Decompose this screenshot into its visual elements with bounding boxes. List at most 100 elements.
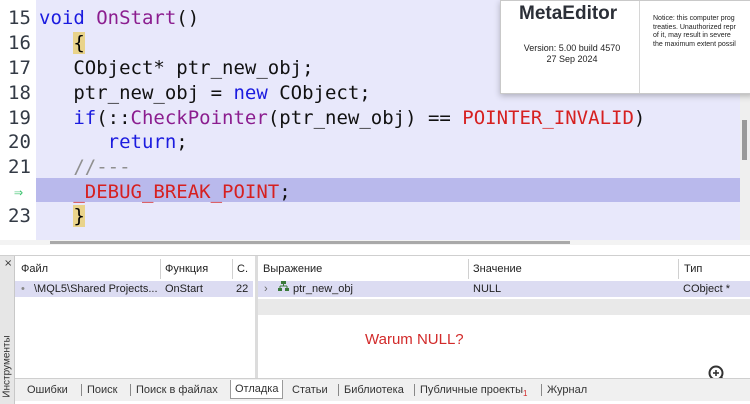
tab-label: Поиск bbox=[87, 384, 118, 396]
code-token: new bbox=[233, 82, 268, 104]
code-line[interactable]: ⇒ _DEBUG_BREAK_POINT; bbox=[0, 180, 750, 205]
annotation-text: Warum NULL? bbox=[365, 331, 464, 348]
code-token: OnStart bbox=[96, 7, 177, 29]
horizontal-scrollbar-thumb[interactable] bbox=[50, 241, 570, 244]
line-number: 16 bbox=[8, 32, 31, 54]
code-text: //--- bbox=[39, 155, 131, 180]
column-header-line[interactable]: С. bbox=[237, 260, 248, 278]
line-number: 17 bbox=[8, 57, 31, 79]
about-dialog: MetaEditor Version: 5.00 build 4570 27 S… bbox=[500, 0, 750, 94]
toolbox-side-strip: × Инструменты bbox=[0, 256, 15, 404]
tab-label: Библиотека bbox=[344, 384, 404, 396]
call-stack-grid: Файл Функция С. • \MQL5\Shared Projects.… bbox=[15, 256, 255, 376]
column-header-value[interactable]: Значение bbox=[473, 260, 522, 278]
code-token: ; bbox=[176, 131, 188, 153]
column-header-function[interactable]: Функция bbox=[165, 260, 208, 278]
code-token: ; bbox=[279, 181, 291, 203]
build-date: 27 Sep 2024 bbox=[546, 54, 598, 64]
code-token: ) bbox=[633, 107, 646, 129]
column-divider bbox=[160, 259, 161, 279]
scrollbar-thumb[interactable] bbox=[742, 120, 747, 160]
watch-value-cell: NULL bbox=[473, 283, 502, 295]
watch-expression-cell: ptr_new_obj bbox=[293, 283, 353, 295]
legal-notice: Notice: this computer prog treaties. Una… bbox=[653, 15, 736, 48]
column-header-file[interactable]: Файл bbox=[21, 260, 48, 278]
about-title: MetaEditor bbox=[519, 3, 618, 24]
tab-7[interactable]: Журнал bbox=[547, 382, 587, 398]
tab-label: Журнал bbox=[547, 384, 588, 396]
tab-label: Статьи bbox=[292, 384, 328, 396]
tab-1[interactable]: Поиск bbox=[87, 382, 117, 398]
stack-function-cell: OnStart bbox=[165, 283, 203, 295]
column-divider bbox=[232, 259, 233, 279]
code-token: (ptr_new_obj) == bbox=[267, 107, 463, 129]
line-number: 20 bbox=[8, 131, 31, 153]
code-token: _DEBUG_BREAK_POINT bbox=[73, 181, 280, 203]
tab-3[interactable]: Отладка bbox=[230, 380, 284, 399]
close-icon[interactable]: × bbox=[4, 258, 12, 269]
column-header-type[interactable]: Тип bbox=[684, 260, 702, 278]
tab-divider bbox=[81, 384, 82, 396]
code-text: _DEBUG_BREAK_POINT; bbox=[39, 180, 291, 205]
code-token: CObject* ptr_new_obj; bbox=[39, 57, 314, 79]
watch-grid: Выражение Значение Тип › ptr_new_obj NUL… bbox=[258, 256, 750, 376]
tab-badge: 1 bbox=[522, 389, 528, 398]
code-line[interactable]: 20 return; bbox=[0, 130, 750, 155]
code-token: //--- bbox=[39, 156, 131, 178]
object-tree-icon bbox=[278, 281, 289, 297]
code-token: return bbox=[107, 131, 177, 153]
stack-line-cell: 22 bbox=[236, 283, 249, 295]
code-text: void OnStart() bbox=[39, 6, 199, 31]
tab-divider bbox=[414, 384, 415, 396]
about-version-info: Version: 5.00 build 4570 27 Sep 2024 bbox=[511, 43, 633, 65]
tab-label: Ошибки bbox=[27, 384, 68, 396]
code-token: } bbox=[73, 205, 85, 227]
tab-0[interactable]: Ошибки bbox=[27, 382, 68, 398]
tab-4[interactable]: Статьи bbox=[292, 382, 328, 398]
code-text: CObject* ptr_new_obj; bbox=[39, 56, 314, 81]
code-token: ptr_new_obj = bbox=[39, 82, 234, 104]
toolbox-tabs: Ошибки Поиск Поиск в файлах Отладка Статьи Би… bbox=[15, 378, 750, 401]
toolbox-panel: × Инструменты Файл Функция С. • \MQL5\Sh… bbox=[0, 255, 750, 404]
code-text: ptr_new_obj = new CObject; bbox=[39, 81, 371, 106]
code-token: { bbox=[73, 32, 85, 54]
code-text: { bbox=[39, 31, 85, 56]
watch-type-cell: CObject * bbox=[683, 283, 731, 295]
code-line[interactable]: 19 if(::CheckPointer(ptr_new_obj) == POI… bbox=[0, 106, 750, 131]
code-text: return; bbox=[39, 130, 188, 155]
tab-2[interactable]: Поиск в файлах bbox=[136, 382, 218, 398]
tab-5[interactable]: Библиотека bbox=[344, 382, 404, 398]
expand-chevron-icon[interactable]: › bbox=[264, 281, 268, 297]
line-number: 19 bbox=[8, 107, 31, 129]
line-number: 15 bbox=[8, 7, 31, 29]
column-divider bbox=[468, 259, 469, 279]
tab-6[interactable]: Публичные проекты1 bbox=[420, 382, 527, 398]
breakpoint-arrow-icon: ⇒ bbox=[14, 183, 24, 201]
code-token: CObject; bbox=[267, 82, 371, 104]
tab-divider bbox=[541, 384, 542, 396]
watch-empty-row[interactable] bbox=[258, 299, 750, 315]
column-divider bbox=[678, 259, 679, 279]
line-number: 18 bbox=[8, 82, 31, 104]
code-token: void bbox=[39, 7, 97, 29]
column-header-expression[interactable]: Выражение bbox=[263, 260, 322, 278]
code-token: (:: bbox=[96, 107, 131, 129]
code-token: POINTER_INVALID bbox=[462, 107, 634, 129]
bullet-icon: • bbox=[21, 283, 25, 295]
code-token: if bbox=[73, 107, 97, 129]
code-line[interactable]: 21 //--- bbox=[0, 155, 750, 180]
version-text: Version: 5.00 build 4570 bbox=[523, 43, 621, 53]
line-number: 21 bbox=[8, 156, 31, 178]
tab-label: Отладка bbox=[235, 383, 279, 395]
tab-divider bbox=[338, 384, 339, 396]
about-divider bbox=[639, 1, 640, 93]
code-token: CheckPointer bbox=[130, 107, 268, 129]
code-text: if(::CheckPointer(ptr_new_obj) == POINTE… bbox=[39, 106, 645, 131]
stack-file-cell: \MQL5\Shared Projects... bbox=[34, 283, 158, 295]
tab-divider bbox=[130, 384, 131, 396]
